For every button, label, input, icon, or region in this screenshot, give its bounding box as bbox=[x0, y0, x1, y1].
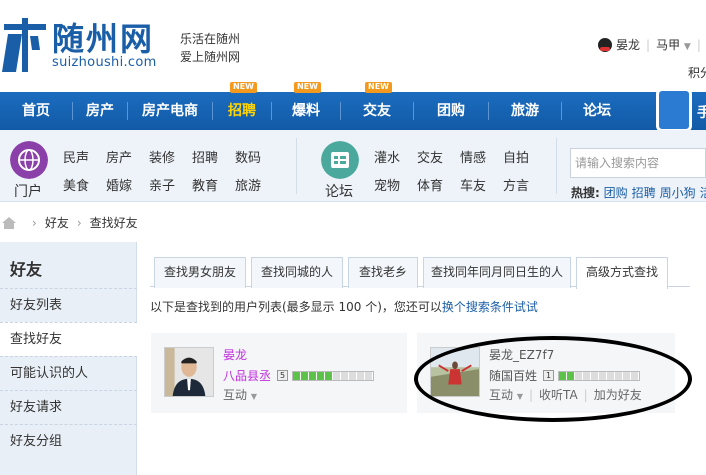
slogan-line-2: 爱上随州网 bbox=[180, 50, 241, 64]
new-badge: NEW bbox=[365, 82, 392, 93]
portal-link[interactable]: 美食 bbox=[63, 175, 89, 194]
tab-same-city[interactable]: 查找同城的人 bbox=[251, 257, 343, 288]
nav-home[interactable]: 首页 bbox=[0, 92, 72, 130]
level-segment bbox=[333, 371, 342, 380]
nav-mobile[interactable]: 手 bbox=[697, 102, 706, 122]
sidebar-item-friend-list[interactable]: 好友列表 bbox=[0, 288, 137, 322]
highlight-circle bbox=[414, 336, 692, 422]
forum-link[interactable]: 灌水 bbox=[374, 147, 400, 166]
hot-link[interactable]: 周小狗 bbox=[660, 186, 696, 200]
interact-menu[interactable]: 互动 ▼ bbox=[223, 388, 257, 402]
level-progress bbox=[292, 370, 375, 381]
chevron-down-icon: ▼ bbox=[250, 392, 257, 401]
level-segment bbox=[325, 371, 334, 380]
nav-jobs[interactable]: NEW 招聘 bbox=[213, 82, 271, 130]
score-link[interactable]: 积分 bbox=[688, 64, 706, 81]
user-level: 八品县丞 5 bbox=[223, 367, 375, 384]
forum-link[interactable]: 自拍 bbox=[503, 147, 529, 166]
tab-advanced[interactable]: 高级方式查找 bbox=[576, 257, 668, 289]
nav-news[interactable]: NEW 爆料 bbox=[272, 82, 340, 130]
hot-link[interactable]: 招聘 bbox=[632, 186, 656, 200]
logo-icon bbox=[2, 18, 46, 72]
tab-hometown[interactable]: 查找老乡 bbox=[348, 257, 418, 288]
nav-travel[interactable]: 旅游 bbox=[489, 92, 561, 130]
chevron-down-icon: ▼ bbox=[683, 42, 691, 52]
breadcrumb-friends[interactable]: 好友 bbox=[45, 214, 69, 231]
tab-find-partner[interactable]: 查找男女朋友 bbox=[154, 257, 246, 288]
level-segment bbox=[293, 371, 302, 380]
forum-link[interactable]: 方言 bbox=[503, 175, 529, 194]
logo-text: 随州网 bbox=[52, 20, 155, 58]
sidebar-item-may-know[interactable]: 可能认识的人 bbox=[0, 356, 137, 390]
level-segment bbox=[301, 371, 310, 380]
portal-link[interactable]: 装修 bbox=[149, 147, 175, 166]
hot-search: 热搜: 团购 招聘 周小狗活 bbox=[571, 184, 706, 201]
nav-dating[interactable]: NEW 交友 bbox=[341, 82, 413, 130]
portal-link[interactable]: 婚嫁 bbox=[106, 175, 132, 194]
user-role-menu[interactable]: 马甲 ▼ bbox=[656, 36, 691, 53]
sidebar-title: 好友 bbox=[10, 260, 43, 279]
portal-link[interactable]: 房产 bbox=[106, 147, 132, 166]
search-input[interactable]: 请输入搜索内容 bbox=[570, 148, 706, 178]
result-info: 以下是查找到的用户列表(最多显示 100 个)，您还可以换个搜索条件试试 bbox=[150, 300, 538, 314]
forum-icon[interactable] bbox=[321, 141, 359, 179]
globe-icon[interactable] bbox=[10, 141, 48, 179]
user-name[interactable]: 晏龙 bbox=[223, 346, 247, 363]
user-area: 晏龙 | 马甲 ▼ | 多 bbox=[598, 36, 706, 53]
qq-icon bbox=[598, 37, 612, 52]
level-segment bbox=[349, 371, 358, 380]
hot-link[interactable]: 团购 bbox=[604, 186, 628, 200]
user-card: 晏龙 八品县丞 5 互动 ▼ bbox=[151, 333, 407, 413]
new-badge: NEW bbox=[230, 82, 257, 93]
nav-forum[interactable]: 论坛 bbox=[562, 92, 632, 130]
forum-link[interactable]: 交友 bbox=[417, 147, 443, 166]
sidebar-item-requests[interactable]: 好友请求 bbox=[0, 390, 137, 424]
sidebar-item-find-friends[interactable]: 查找好友 bbox=[0, 322, 137, 356]
slogan-line-1: 乐活在随州 bbox=[180, 32, 241, 46]
portal-label[interactable]: 门户 bbox=[14, 181, 42, 201]
nav-realestate[interactable]: 房产 bbox=[73, 92, 127, 130]
portal-link[interactable]: 亲子 bbox=[149, 175, 175, 194]
portal-link[interactable]: 教育 bbox=[192, 175, 218, 194]
forum-link[interactable]: 情感 bbox=[460, 147, 486, 166]
sidebar: 好友 好友列表 查找好友 可能认识的人 好友请求 好友分组 bbox=[0, 242, 137, 475]
forum-label[interactable]: 论坛 bbox=[325, 181, 353, 201]
level-segment bbox=[357, 371, 366, 380]
change-search-link[interactable]: 换个搜索条件试试 bbox=[442, 300, 538, 314]
level-segment bbox=[309, 371, 318, 380]
logo-domain: suizhoushi.com bbox=[52, 55, 157, 70]
avatar[interactable] bbox=[164, 347, 214, 397]
tab-same-birthday[interactable]: 查找同年同月同日生的人 bbox=[423, 257, 571, 288]
new-badge: NEW bbox=[294, 82, 321, 93]
breadcrumb-find-friends: 查找好友 bbox=[89, 216, 138, 230]
home-icon[interactable] bbox=[2, 216, 16, 229]
level-badge: 5 bbox=[277, 370, 289, 381]
user-actions: 互动 ▼ bbox=[223, 386, 257, 403]
main-nav: 首页 房产 房产电商 NEW 招聘 NEW 爆料 NEW 交友 团购 旅游 论坛 bbox=[0, 82, 706, 130]
breadcrumb: › 好友 › 查找好友 bbox=[0, 214, 138, 231]
forum-link[interactable]: 宠物 bbox=[374, 175, 400, 194]
nav-realestate-ecom[interactable]: 房产电商 bbox=[128, 92, 212, 130]
level-segment bbox=[341, 371, 350, 380]
level-segment bbox=[317, 371, 326, 380]
nav-groupbuy[interactable]: 团购 bbox=[414, 92, 488, 130]
portal-link[interactable]: 民声 bbox=[63, 147, 89, 166]
search-tabs: 查找男女朋友 查找同城的人 查找老乡 查找同年同月同日生的人 高级方式查找 bbox=[150, 257, 690, 289]
user-name-link[interactable]: 晏龙 bbox=[616, 36, 640, 53]
sidebar-item-groups[interactable]: 好友分组 bbox=[0, 424, 137, 458]
forum-link[interactable]: 车友 bbox=[460, 175, 486, 194]
mobile-phone-icon[interactable] bbox=[656, 88, 692, 132]
portal-link[interactable]: 招聘 bbox=[192, 147, 218, 166]
hot-link[interactable]: 活 bbox=[700, 186, 706, 200]
level-segment bbox=[365, 371, 374, 380]
portal-link[interactable]: 旅游 bbox=[235, 175, 261, 194]
forum-link[interactable]: 体育 bbox=[417, 175, 443, 194]
portal-link[interactable]: 数码 bbox=[235, 147, 261, 166]
